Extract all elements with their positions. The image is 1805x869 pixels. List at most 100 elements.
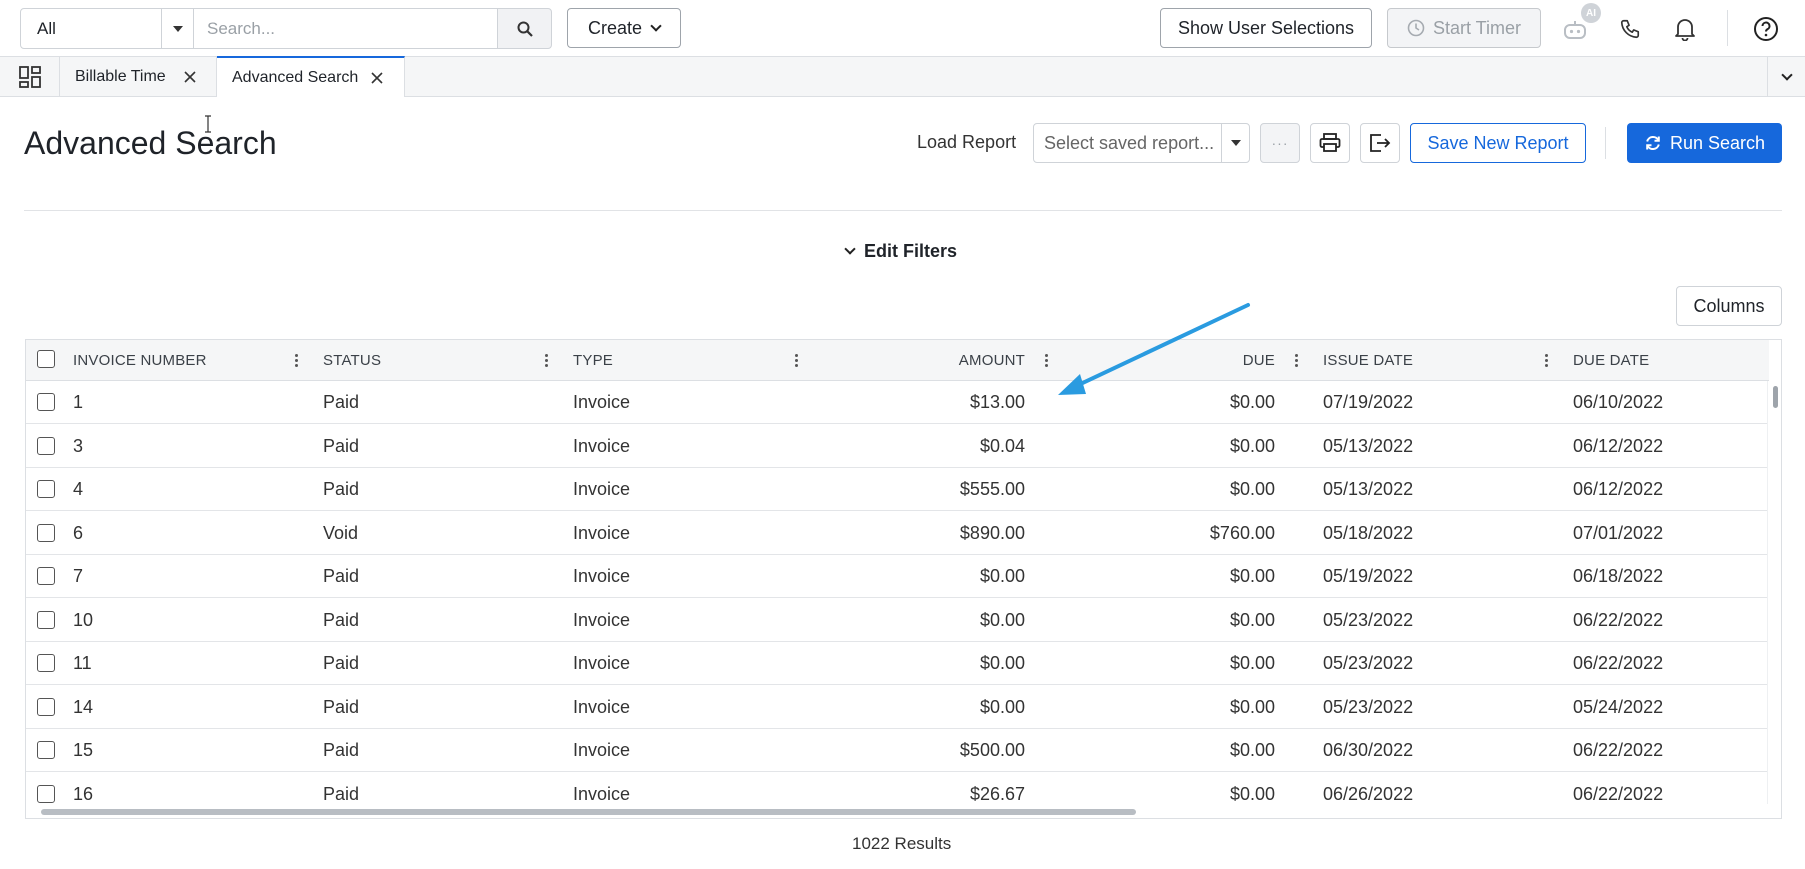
export-button[interactable] bbox=[1360, 123, 1400, 163]
saved-report-select[interactable]: Select saved report... bbox=[1033, 123, 1250, 163]
cell-invoice-number: 6 bbox=[73, 522, 84, 543]
cell-amount: $0.00 bbox=[979, 609, 1025, 630]
bell-icon bbox=[1675, 19, 1695, 41]
search-scope-value: All bbox=[37, 18, 56, 38]
cell-invoice-number: 1 bbox=[73, 392, 84, 412]
column-menu-icon[interactable] bbox=[1295, 354, 1299, 368]
select-all-checkbox[interactable] bbox=[37, 350, 55, 368]
scrollbar-thumb[interactable] bbox=[1773, 386, 1778, 408]
row-checkbox[interactable] bbox=[37, 436, 55, 455]
save-new-report-button[interactable]: Save New Report bbox=[1410, 123, 1586, 163]
cell-invoice-number: 7 bbox=[73, 566, 84, 586]
search-input[interactable]: Search... bbox=[193, 8, 498, 49]
more-options-button[interactable]: ··· bbox=[1260, 123, 1300, 163]
cell-issue-date: 05/23/2022 bbox=[1323, 696, 1414, 717]
table-row[interactable]: 15 Paid Invoice $500.00 $0.00 06/30/2022 06/22… bbox=[26, 729, 1769, 773]
cell-status: Paid bbox=[323, 696, 360, 717]
vertical-scrollbar[interactable] bbox=[1767, 381, 1781, 818]
divider bbox=[24, 210, 1782, 211]
cell-due-date: 05/24/2022 bbox=[1573, 696, 1664, 717]
row-checkbox[interactable] bbox=[37, 784, 55, 803]
chevron-down-icon bbox=[844, 243, 856, 255]
cell-amount: $0.00 bbox=[979, 566, 1025, 586]
column-menu-icon[interactable] bbox=[545, 354, 549, 368]
cell-due-date: 06/22/2022 bbox=[1573, 740, 1664, 760]
row-checkbox[interactable] bbox=[37, 480, 55, 498]
load-report-label: Load Report bbox=[917, 132, 1017, 152]
cell-due: $760.00 bbox=[1209, 522, 1275, 543]
row-checkbox[interactable] bbox=[37, 654, 55, 672]
refresh-icon bbox=[1646, 135, 1660, 151]
print-button[interactable] bbox=[1310, 123, 1350, 163]
table-row[interactable]: 6 Void Invoice $890.00 $760.00 05/18/2022 07/0… bbox=[26, 512, 1769, 555]
table-row[interactable]: 14 Paid Invoice $0.00 $0.00 05/23/2022 05/24/2… bbox=[26, 686, 1769, 729]
row-checkbox[interactable] bbox=[37, 697, 55, 716]
cell-status: Paid bbox=[323, 435, 360, 456]
column-menu-icon[interactable] bbox=[1045, 354, 1049, 368]
cell-issue-date: 06/30/2022 bbox=[1323, 740, 1414, 760]
table-row[interactable]: 7 Paid Invoice $0.00 $0.00 05/19/2022 06/18/20… bbox=[26, 555, 1769, 599]
scrollbar-thumb[interactable] bbox=[41, 809, 1136, 815]
table-row[interactable]: 3 Paid Invoice $0.04 $0.00 05/13/2022 06/12/20… bbox=[26, 425, 1769, 468]
cell-amount: $0.04 bbox=[979, 435, 1025, 456]
column-header-due-date[interactable]: DUE DATE bbox=[1573, 340, 1649, 381]
tab-overflow-button[interactable] bbox=[1767, 57, 1805, 97]
chevron-down-icon bbox=[1780, 69, 1793, 81]
table-row[interactable]: 4 Paid Invoice $555.00 $0.00 05/13/2022 06/12/… bbox=[26, 468, 1769, 512]
phone-button[interactable] bbox=[1613, 12, 1647, 46]
run-search-label: Run Search bbox=[1669, 132, 1766, 153]
column-menu-icon[interactable] bbox=[295, 354, 299, 368]
cell-invoice-number: 10 bbox=[73, 609, 94, 630]
cell-type: Invoice bbox=[573, 653, 631, 673]
chevron-down-icon[interactable] bbox=[161, 9, 193, 48]
cell-invoice-number: 3 bbox=[73, 435, 84, 456]
column-header-invoice-number[interactable]: INVOICE NUMBER bbox=[73, 340, 207, 381]
dashboard-icon bbox=[18, 66, 41, 88]
table-row[interactable]: 10 Paid Invoice $0.00 $0.00 05/23/2022 06/22/2… bbox=[26, 599, 1769, 642]
horizontal-scrollbar[interactable] bbox=[26, 804, 1769, 818]
top-bar: All Search... Create Show User Selection… bbox=[0, 0, 1805, 57]
notifications-button[interactable] bbox=[1668, 12, 1702, 46]
cell-type: Invoice bbox=[573, 740, 631, 760]
column-header-issue-date[interactable]: ISSUE DATE bbox=[1323, 340, 1413, 381]
edit-filters-toggle[interactable]: Edit Filters bbox=[844, 238, 957, 264]
cell-issue-date: 05/18/2022 bbox=[1323, 522, 1414, 543]
column-header-amount[interactable]: AMOUNT bbox=[823, 340, 1025, 381]
page-title: Advanced Search bbox=[24, 125, 277, 161]
search-button[interactable] bbox=[497, 8, 552, 49]
cell-status: Paid bbox=[323, 392, 360, 412]
cell-amount: $555.00 bbox=[959, 479, 1025, 499]
tab-advanced-search[interactable]: Advanced Search bbox=[217, 56, 405, 97]
cell-type: Invoice bbox=[573, 696, 631, 717]
cell-due-date: 06/12/2022 bbox=[1573, 479, 1664, 499]
create-button[interactable]: Create bbox=[567, 8, 681, 48]
run-search-button[interactable]: Run Search bbox=[1627, 123, 1782, 163]
table-row[interactable]: 11 Paid Invoice $0.00 $0.00 05/23/2022 06/22/2… bbox=[26, 642, 1769, 686]
row-checkbox[interactable] bbox=[37, 741, 55, 759]
tab-billable-time[interactable]: Billable Time bbox=[60, 57, 217, 97]
column-menu-icon[interactable] bbox=[1545, 354, 1549, 368]
columns-button[interactable]: Columns bbox=[1676, 286, 1782, 326]
column-header-type[interactable]: TYPE bbox=[573, 340, 613, 381]
cell-status: Paid bbox=[323, 479, 360, 499]
start-timer-button[interactable]: Start Timer bbox=[1387, 8, 1541, 48]
cell-amount: $0.00 bbox=[979, 696, 1025, 717]
column-menu-icon[interactable] bbox=[795, 354, 799, 368]
close-icon[interactable] bbox=[182, 69, 198, 85]
help-button[interactable] bbox=[1749, 12, 1783, 46]
column-header-status[interactable]: STATUS bbox=[323, 340, 381, 381]
show-user-selections-button[interactable]: Show User Selections bbox=[1160, 8, 1372, 48]
tab-bar: Billable Time Advanced Search bbox=[0, 56, 1805, 97]
phone-icon bbox=[1620, 19, 1640, 39]
chevron-down-icon[interactable] bbox=[1221, 124, 1249, 162]
table-row[interactable]: 1 Paid Invoice $13.00 $0.00 07/19/2022 06/10/2… bbox=[26, 381, 1769, 425]
search-scope-select[interactable]: All bbox=[20, 8, 194, 49]
cell-type: Invoice bbox=[573, 435, 631, 456]
cell-status: Paid bbox=[323, 609, 360, 630]
row-checkbox[interactable] bbox=[37, 523, 55, 542]
row-checkbox[interactable] bbox=[37, 610, 55, 629]
close-icon[interactable] bbox=[369, 70, 385, 86]
row-checkbox[interactable] bbox=[37, 393, 55, 411]
row-checkbox[interactable] bbox=[37, 567, 55, 585]
dashboard-button[interactable] bbox=[0, 57, 60, 97]
